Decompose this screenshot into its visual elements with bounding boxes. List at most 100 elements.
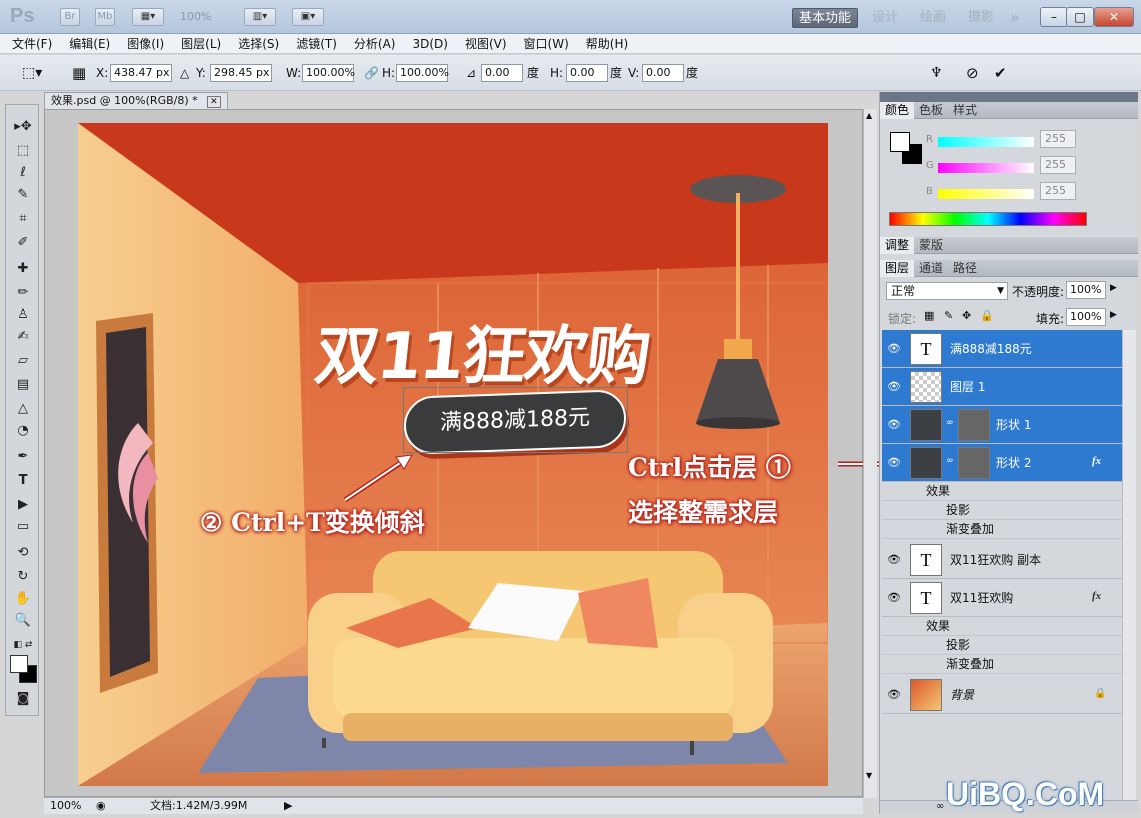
workspace-photography[interactable]: 摄影 <box>962 8 1000 28</box>
workspace-essentials[interactable]: 基本功能 <box>792 8 859 28</box>
quick-select-tool-icon[interactable]: ✎ <box>12 185 34 205</box>
transform-tool-icon[interactable]: ⬚▾ <box>22 64 42 82</box>
effects-row[interactable]: 效果 <box>882 482 1122 501</box>
lock-position-icon[interactable]: ✥ <box>962 309 971 322</box>
transform-bounding-box[interactable] <box>403 387 628 453</box>
status-zoom[interactable]: 100% <box>50 798 81 814</box>
effects-row[interactable]: 效果 <box>882 617 1122 636</box>
layer-row-title[interactable]: 👁 T 双11狂欢购 fx <box>882 579 1122 617</box>
tab-paths[interactable]: 路径 <box>948 260 982 277</box>
minimize-button[interactable]: – <box>1040 7 1068 27</box>
menu-help[interactable]: 帮助(H) <box>574 34 633 54</box>
close-document-icon[interactable]: ✕ <box>207 96 221 108</box>
zoom-level[interactable]: 100% <box>180 10 211 23</box>
visibility-eye-icon[interactable]: 👁 <box>887 342 901 355</box>
menu-view[interactable]: 视图(V) <box>453 34 512 54</box>
layer-row-shape2[interactable]: 👁 ∞ 形状 2 fx <box>882 444 1122 482</box>
commit-transform-icon[interactable]: ✔ <box>994 64 1007 82</box>
history-brush-tool-icon[interactable]: ✍ <box>12 327 34 347</box>
mini-bridge-button[interactable]: Mb <box>95 8 115 26</box>
menu-3d[interactable]: 3D(D) <box>400 34 452 54</box>
cancel-transform-icon[interactable]: ⊘ <box>966 64 979 82</box>
fill-arrow-icon[interactable]: ▶ <box>1110 310 1117 320</box>
green-slider[interactable] <box>938 163 1034 173</box>
path-selection-tool-icon[interactable]: ▶ <box>12 495 34 515</box>
x-position-input[interactable]: 438.47 px <box>110 64 172 82</box>
opacity-arrow-icon[interactable]: ▶ <box>1110 283 1117 293</box>
lock-pixels-icon[interactable]: ✎ <box>944 309 953 322</box>
red-value[interactable]: 255 <box>1040 130 1076 148</box>
blue-slider[interactable] <box>938 189 1034 199</box>
effect-gradient-overlay[interactable]: 渐变叠加 <box>882 655 1122 674</box>
scroll-down-icon[interactable]: ▼ <box>866 771 872 780</box>
red-slider[interactable] <box>938 137 1034 147</box>
blur-tool-icon[interactable]: △ <box>12 399 34 419</box>
tab-styles[interactable]: 样式 <box>948 102 982 119</box>
quick-mask-icon[interactable]: ◙ <box>12 689 34 709</box>
green-value[interactable]: 255 <box>1040 156 1076 174</box>
fx-icon[interactable]: fx <box>1092 590 1101 602</box>
foreground-color-swatch[interactable] <box>10 655 28 673</box>
arrange-documents-dropdown[interactable]: ▥▾ <box>244 8 276 26</box>
document-tab[interactable]: 效果.psd @ 100%(RGB/8) * ✕ <box>44 92 228 109</box>
vertical-skew-input[interactable]: 0.00 <box>642 64 684 82</box>
link-layers-icon[interactable]: ∞ <box>936 801 944 812</box>
lock-all-icon[interactable]: 🔒 <box>980 309 994 322</box>
layers-scrollbar[interactable] <box>1122 330 1136 800</box>
warp-icon[interactable]: ♆ <box>930 64 943 82</box>
3d-rotate-tool-icon[interactable]: ⟲ <box>12 543 34 563</box>
canvas[interactable]: 双11狂欢购 满888减188元 Ctrl点击层 ① 选择整需求层 ② Ctrl… <box>78 123 828 786</box>
type-tool-icon[interactable]: T <box>12 471 34 491</box>
layer-row-promo-text[interactable]: 👁 T 满888减188元 <box>882 330 1122 368</box>
tab-color[interactable]: 颜色 <box>880 102 915 119</box>
hand-tool-icon[interactable]: ✋ <box>12 589 34 609</box>
eraser-tool-icon[interactable]: ▱ <box>12 351 34 371</box>
visibility-eye-icon[interactable]: 👁 <box>887 591 901 604</box>
dodge-tool-icon[interactable]: ◔ <box>12 421 34 441</box>
marquee-tool-icon[interactable]: ⬚ <box>12 141 34 161</box>
shape-tool-icon[interactable]: ▭ <box>12 517 34 537</box>
menu-filter[interactable]: 滤镜(T) <box>284 34 342 54</box>
status-info-icon[interactable]: ◉ <box>96 798 106 814</box>
scroll-up-icon[interactable]: ▲ <box>866 111 872 120</box>
menu-select[interactable]: 选择(S) <box>226 34 284 54</box>
opacity-input[interactable]: 100% <box>1066 281 1106 299</box>
menu-analysis[interactable]: 分析(A) <box>342 34 401 54</box>
y-position-input[interactable]: 298.45 px <box>210 64 272 82</box>
lasso-tool-icon[interactable]: ℓ <box>12 163 34 183</box>
visibility-eye-icon[interactable]: 👁 <box>887 688 901 701</box>
layer-row-title-copy[interactable]: 👁 T 双11狂欢购 副本 <box>882 541 1122 579</box>
layer-row-layer1[interactable]: 👁 图层 1 <box>882 368 1122 406</box>
visibility-eye-icon[interactable]: 👁 <box>887 553 901 566</box>
visibility-eye-icon[interactable]: 👁 <box>887 418 901 431</box>
crop-tool-icon[interactable]: ⌗ <box>12 209 34 229</box>
reference-point-icon[interactable]: ▦ <box>72 64 86 82</box>
tab-masks[interactable]: 蒙版 <box>914 237 948 254</box>
status-menu-arrow-icon[interactable]: ▶ <box>284 798 292 814</box>
link-icon[interactable]: 🔗 <box>364 64 379 82</box>
blue-value[interactable]: 255 <box>1040 182 1076 200</box>
tab-layers[interactable]: 图层 <box>880 260 915 277</box>
gradient-tool-icon[interactable]: ▤ <box>12 375 34 395</box>
effect-drop-shadow[interactable]: 投影 <box>882 636 1122 655</box>
effect-gradient-overlay[interactable]: 渐变叠加 <box>882 520 1122 539</box>
bridge-button[interactable]: Br <box>60 8 80 26</box>
fill-input[interactable]: 100% <box>1066 308 1106 326</box>
height-scale-input[interactable]: 100.00% <box>396 64 449 82</box>
tab-channels[interactable]: 通道 <box>914 260 948 277</box>
default-colors-icon[interactable]: ◧ ⇄ <box>12 635 34 655</box>
more-workspaces-icon[interactable]: » <box>1004 8 1026 28</box>
color-fg-swatch[interactable] <box>890 132 910 152</box>
visibility-eye-icon[interactable]: 👁 <box>887 456 901 469</box>
workspace-painting[interactable]: 绘画 <box>914 8 952 28</box>
menu-window[interactable]: 窗口(W) <box>512 34 574 54</box>
zoom-tool-icon[interactable]: 🔍 <box>12 611 34 631</box>
fx-icon[interactable]: fx <box>1092 455 1101 467</box>
3d-orbit-tool-icon[interactable]: ↻ <box>12 567 34 587</box>
width-scale-input[interactable]: 100.00% <box>302 64 355 82</box>
brush-tool-icon[interactable]: ✏ <box>12 283 34 303</box>
blend-mode-select[interactable]: 正常 ▼ <box>886 282 1008 300</box>
eyedropper-tool-icon[interactable]: ✐ <box>12 233 34 253</box>
menu-file[interactable]: 文件(F) <box>0 34 57 54</box>
menu-layer[interactable]: 图层(L) <box>169 34 226 54</box>
